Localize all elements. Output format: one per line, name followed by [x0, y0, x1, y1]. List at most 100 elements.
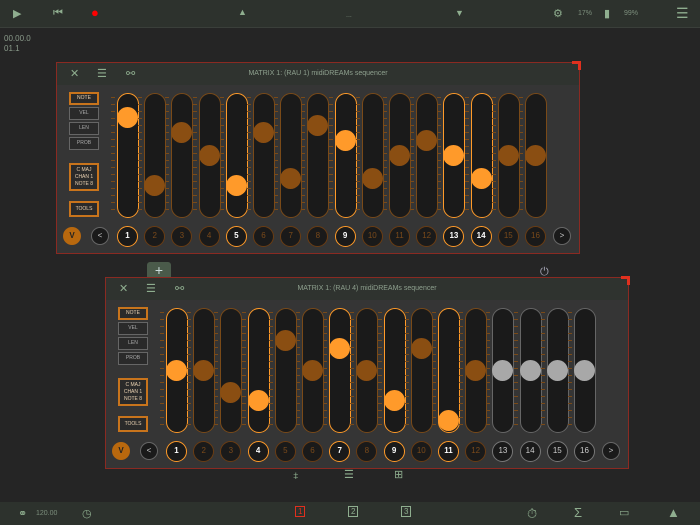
step-button-9[interactable]: 9	[384, 441, 405, 462]
scale-button[interactable]: C MAJCHAN 1NOTE 8	[118, 378, 148, 406]
drag-handle[interactable]: ...	[346, 12, 352, 19]
slider-knob[interactable]	[471, 168, 492, 189]
step-slider-9[interactable]	[335, 93, 357, 218]
slider-knob[interactable]	[498, 145, 519, 166]
slider-knob[interactable]	[525, 145, 546, 166]
step-button-10[interactable]: 10	[362, 226, 383, 247]
step-button-1[interactable]: 1	[166, 441, 187, 462]
slider-knob[interactable]	[389, 145, 410, 166]
step-slider-4[interactable]	[248, 308, 270, 433]
step-slider-12[interactable]	[416, 93, 438, 218]
step-button-8[interactable]: 8	[307, 226, 328, 247]
slider-knob[interactable]	[275, 330, 296, 351]
step-button-10[interactable]: 10	[411, 441, 432, 462]
slider-knob[interactable]	[220, 382, 241, 403]
prev-page-button[interactable]: <	[91, 227, 109, 245]
tools-button[interactable]: TOOLS	[118, 416, 148, 432]
mode-vel-button[interactable]: VEL	[69, 107, 99, 120]
stopwatch-icon[interactable]: ⏱	[527, 506, 537, 522]
mode-note-button[interactable]: NOTE	[118, 307, 148, 320]
step-slider-1[interactable]	[166, 308, 188, 433]
slider-knob[interactable]	[117, 107, 138, 128]
page-1-button[interactable]: 1	[295, 506, 305, 517]
slider-knob[interactable]	[362, 168, 383, 189]
resize-handle[interactable]	[572, 61, 581, 70]
step-slider-12[interactable]	[465, 308, 487, 433]
step-button-2[interactable]: 2	[193, 441, 214, 462]
step-slider-13[interactable]	[492, 308, 514, 433]
ruler-icon[interactable]: ▭	[619, 506, 629, 519]
slider-knob[interactable]	[253, 122, 274, 143]
slider-knob[interactable]	[144, 175, 165, 196]
grid-icon[interactable]: ⊞	[394, 468, 403, 481]
step-button-7[interactable]: 7	[329, 441, 350, 462]
mixer-icon[interactable]: ⧧	[293, 470, 299, 483]
step-button-5[interactable]: 5	[226, 226, 247, 247]
list-icon[interactable]: ☰	[344, 468, 354, 481]
step-button-7[interactable]: 7	[280, 226, 301, 247]
step-slider-14[interactable]	[520, 308, 542, 433]
side-panel-icon[interactable]: ☰	[676, 5, 689, 22]
scale-button[interactable]: C MAJCHAN 1NOTE 8	[69, 163, 99, 191]
mode-len-button[interactable]: LEN	[118, 337, 148, 350]
step-button-6[interactable]: 6	[302, 441, 323, 462]
step-slider-2[interactable]	[144, 93, 166, 218]
slider-knob[interactable]	[335, 130, 356, 151]
step-button-5[interactable]: 5	[275, 441, 296, 462]
slider-knob[interactable]	[356, 360, 377, 381]
v-button[interactable]: V	[63, 227, 81, 245]
step-button-4[interactable]: 4	[248, 441, 269, 462]
step-slider-15[interactable]	[498, 93, 520, 218]
slider-knob[interactable]	[492, 360, 513, 381]
step-button-13[interactable]: 13	[492, 441, 513, 462]
slider-knob[interactable]	[520, 360, 541, 381]
step-button-16[interactable]: 16	[574, 441, 595, 462]
panel-title-bar[interactable]: ✕ ☰ ⚯ MATRIX 1: (RAU 1) midiDREAMs seque…	[57, 63, 579, 85]
step-button-12[interactable]: 12	[465, 441, 486, 462]
slider-knob[interactable]	[280, 168, 301, 189]
slider-knob[interactable]	[438, 410, 459, 431]
slider-knob[interactable]	[193, 360, 214, 381]
step-slider-16[interactable]	[574, 308, 596, 433]
slider-knob[interactable]	[329, 338, 350, 359]
mode-len-button[interactable]: LEN	[69, 122, 99, 135]
step-slider-7[interactable]	[329, 308, 351, 433]
step-button-14[interactable]: 14	[520, 441, 541, 462]
step-slider-6[interactable]	[302, 308, 324, 433]
step-slider-13[interactable]	[443, 93, 465, 218]
record-icon[interactable]: ●	[91, 5, 99, 20]
step-slider-8[interactable]	[307, 93, 329, 218]
step-button-15[interactable]: 15	[547, 441, 568, 462]
step-slider-1[interactable]	[117, 93, 139, 218]
step-slider-5[interactable]	[226, 93, 248, 218]
step-button-13[interactable]: 13	[443, 226, 464, 247]
rewind-icon[interactable]: ⏮	[53, 7, 63, 20]
step-slider-5[interactable]	[275, 308, 297, 433]
step-button-11[interactable]: 11	[389, 226, 410, 247]
next-page-button[interactable]: >	[602, 442, 620, 460]
scroll-down-icon[interactable]: ▼	[455, 8, 464, 18]
slider-knob[interactable]	[465, 360, 486, 381]
sigma-icon[interactable]: Σ	[574, 505, 582, 520]
step-slider-15[interactable]	[547, 308, 569, 433]
step-button-16[interactable]: 16	[525, 226, 546, 247]
scroll-up-icon[interactable]: ▲	[238, 7, 247, 17]
slider-knob[interactable]	[171, 122, 192, 143]
step-button-11[interactable]: 11	[438, 441, 459, 462]
play-icon[interactable]: ▶	[13, 7, 21, 20]
slider-knob[interactable]	[416, 130, 437, 151]
tempo-readout[interactable]: 120.00	[36, 510, 57, 517]
next-page-button[interactable]: >	[553, 227, 571, 245]
slider-knob[interactable]	[226, 175, 247, 196]
step-slider-11[interactable]	[438, 308, 460, 433]
step-button-1[interactable]: 1	[117, 226, 138, 247]
step-button-3[interactable]: 3	[220, 441, 241, 462]
mode-note-button[interactable]: NOTE	[69, 92, 99, 105]
step-slider-8[interactable]	[356, 308, 378, 433]
mode-vel-button[interactable]: VEL	[118, 322, 148, 335]
slider-knob[interactable]	[547, 360, 568, 381]
page-3-button[interactable]: 3	[401, 506, 411, 517]
step-slider-10[interactable]	[362, 93, 384, 218]
slider-knob[interactable]	[307, 115, 328, 136]
step-button-4[interactable]: 4	[199, 226, 220, 247]
